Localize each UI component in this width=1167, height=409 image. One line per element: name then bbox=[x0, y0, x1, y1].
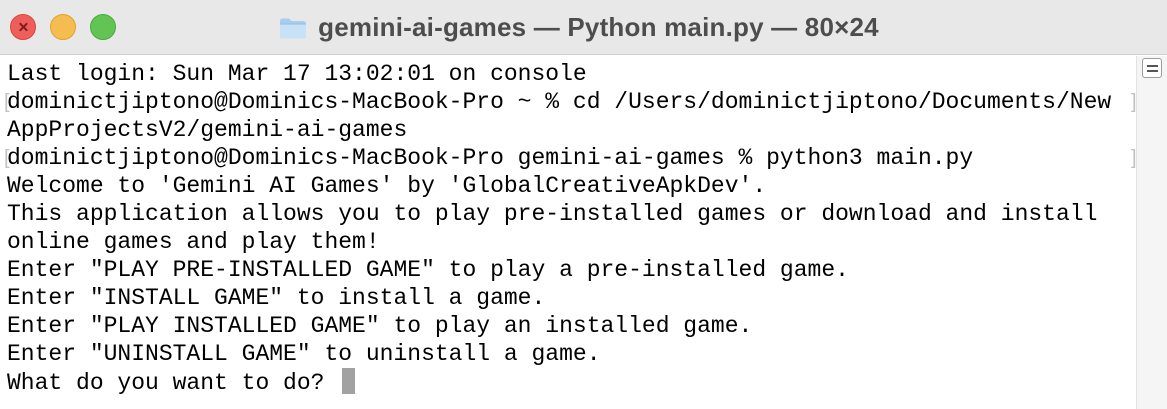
terminal-line-option-play-installed: Enter "PLAY INSTALLED GAME" to play an i… bbox=[7, 313, 753, 339]
terminal-line-cd-continuation: AppProjectsV2/gemini-ai-games bbox=[7, 117, 408, 143]
window-title-group: gemini-ai-games — Python main.py — 80×24 bbox=[0, 0, 1167, 55]
terminal-line-description-1: This application allows you to play pre-… bbox=[7, 201, 1098, 227]
terminal-pane[interactable]: Last login: Sun Mar 17 13:02:01 on conso… bbox=[0, 56, 1167, 409]
window-title: gemini-ai-games — Python main.py — 80×24 bbox=[318, 12, 879, 42]
block-cursor[interactable] bbox=[342, 368, 356, 394]
terminal-line-option-play-preinstalled: Enter "PLAY PRE-INSTALLED GAME" to play … bbox=[7, 257, 849, 283]
terminal-output[interactable]: Last login: Sun Mar 17 13:02:01 on conso… bbox=[4, 60, 1137, 396]
terminal-prompt-question: What do you want to do? bbox=[7, 370, 339, 396]
prompt-marker-left-2: [ bbox=[4, 147, 10, 169]
terminal-window: gemini-ai-games — Python main.py — 80×24… bbox=[0, 0, 1167, 409]
scroll-menu-icon[interactable] bbox=[1142, 58, 1162, 78]
terminal-line-option-uninstall: Enter "UNINSTALL GAME" to uninstall a ga… bbox=[7, 341, 601, 367]
terminal-input-line[interactable]: What do you want to do? bbox=[7, 368, 1132, 396]
prompt-marker-left: [ bbox=[4, 91, 10, 113]
terminal-line-welcome: Welcome to 'Gemini AI Games' by 'GlobalC… bbox=[7, 173, 767, 199]
terminal-line-python-command: dominictjiptono@Dominics-MacBook-Pro gem… bbox=[7, 145, 974, 171]
folder-icon bbox=[280, 18, 307, 38]
title-bar[interactable]: gemini-ai-games — Python main.py — 80×24 bbox=[0, 0, 1167, 55]
scrollbar[interactable] bbox=[1136, 56, 1167, 409]
terminal-line-cd-command: dominictjiptono@Dominics-MacBook-Pro ~ %… bbox=[7, 89, 1112, 115]
terminal-line-option-install: Enter "INSTALL GAME" to install a game. bbox=[7, 285, 546, 311]
terminal-line-last-login: Last login: Sun Mar 17 13:02:01 on conso… bbox=[7, 61, 587, 87]
terminal-line-description-2: online games and play them! bbox=[7, 229, 380, 255]
